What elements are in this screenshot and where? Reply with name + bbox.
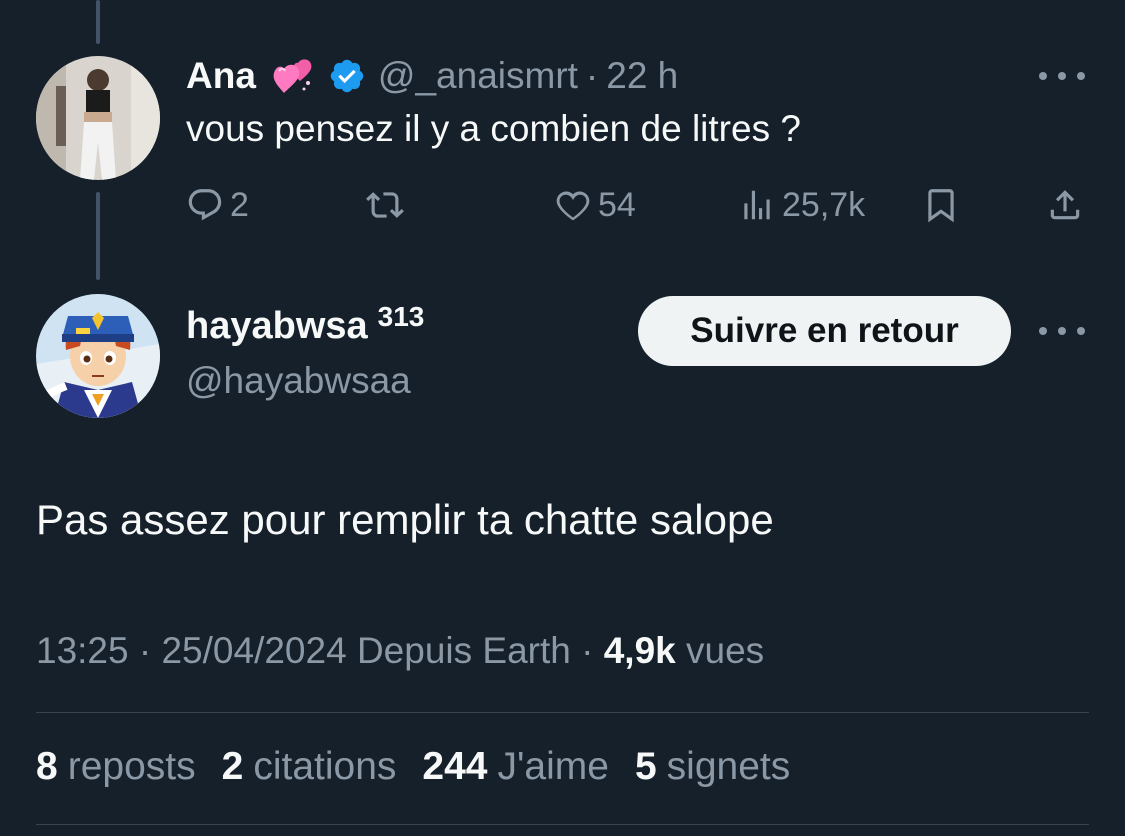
stat-count: 2 bbox=[221, 745, 244, 788]
verified-badge-icon[interactable] bbox=[328, 57, 366, 95]
retweet-action[interactable] bbox=[366, 180, 410, 230]
share-icon bbox=[1050, 190, 1080, 220]
parent-handle[interactable]: @_anaismrt bbox=[378, 55, 578, 97]
share-action[interactable] bbox=[1046, 180, 1084, 230]
stat-likes[interactable]: 244 J'aime bbox=[422, 745, 609, 789]
reply-avatar[interactable] bbox=[36, 294, 160, 418]
reply-tweet-text: Pas assez pour remplir ta chatte salope bbox=[36, 496, 774, 543]
thread-line-bottom bbox=[96, 192, 100, 280]
heart-emoji-icon bbox=[270, 53, 316, 99]
follow-back-button[interactable]: Suivre en retour bbox=[638, 296, 1011, 366]
reply-views-count[interactable]: 4,9k bbox=[604, 630, 676, 671]
parent-avatar[interactable] bbox=[36, 56, 160, 180]
heart-icon bbox=[556, 191, 590, 221]
reply-handle[interactable]: @hayabwsaa bbox=[186, 360, 411, 402]
reply-author-name[interactable]: hayabwsa bbox=[186, 305, 368, 348]
views-action[interactable]: 25,7k bbox=[738, 180, 865, 230]
reply-time[interactable]: 13:25 bbox=[36, 630, 129, 671]
views-count: 25,7k bbox=[782, 185, 866, 224]
stat-label: reposts bbox=[67, 745, 196, 788]
stat-bookmarks[interactable]: 5 signets bbox=[635, 745, 790, 789]
stat-label: J'aime bbox=[497, 745, 609, 788]
reply-author-badge-number: 313 bbox=[377, 301, 425, 332]
reply-action[interactable]: 2 bbox=[186, 180, 249, 230]
reply-source: Depuis Earth bbox=[356, 630, 571, 671]
reply-count: 2 bbox=[230, 185, 249, 224]
reply-views-label: vues bbox=[686, 630, 765, 671]
stat-count: 5 bbox=[634, 745, 657, 788]
like-action[interactable]: 54 bbox=[554, 180, 636, 230]
stat-label: signets bbox=[666, 745, 791, 788]
like-count: 54 bbox=[598, 185, 636, 224]
divider bbox=[36, 824, 1089, 825]
bookmark-icon bbox=[928, 189, 954, 223]
stat-count: 8 bbox=[36, 745, 58, 788]
reply-icon bbox=[188, 189, 222, 221]
reply-stats: 8 reposts 2 citations 244 J'aime 5 signets bbox=[36, 745, 816, 789]
reply-more-icon[interactable] bbox=[1039, 321, 1085, 341]
stat-reposts[interactable]: 8 reposts bbox=[36, 745, 196, 789]
parent-tweet-header: Ana @_anaismrt · 22 h bbox=[186, 52, 678, 100]
bookmark-action[interactable] bbox=[922, 180, 960, 230]
parent-tweet-text: vous pensez il y a combien de litres ? bbox=[186, 108, 801, 149]
separator-dot: · bbox=[138, 630, 152, 671]
thread-line-top bbox=[96, 0, 100, 44]
separator-dot: · bbox=[585, 55, 599, 96]
reply-author-row: hayabwsa 313 bbox=[186, 301, 424, 348]
separator-dot: · bbox=[581, 630, 594, 671]
parent-action-bar: 2 54 25,7k bbox=[186, 180, 1086, 230]
stat-quotes[interactable]: 2 citations bbox=[222, 745, 397, 789]
divider bbox=[36, 712, 1089, 713]
parent-time[interactable]: 22 h bbox=[606, 55, 678, 97]
views-chart-icon bbox=[744, 190, 770, 220]
parent-author-name[interactable]: Ana bbox=[186, 55, 256, 97]
stat-label: citations bbox=[253, 745, 397, 788]
reply-date[interactable]: 25/04/2024 bbox=[161, 630, 346, 671]
retweet-icon bbox=[366, 192, 404, 218]
reply-meta: 13:25 · 25/04/2024 Depuis Earth · 4,9k v… bbox=[36, 630, 764, 672]
parent-more-icon[interactable] bbox=[1039, 66, 1085, 86]
stat-count: 244 bbox=[422, 745, 488, 788]
